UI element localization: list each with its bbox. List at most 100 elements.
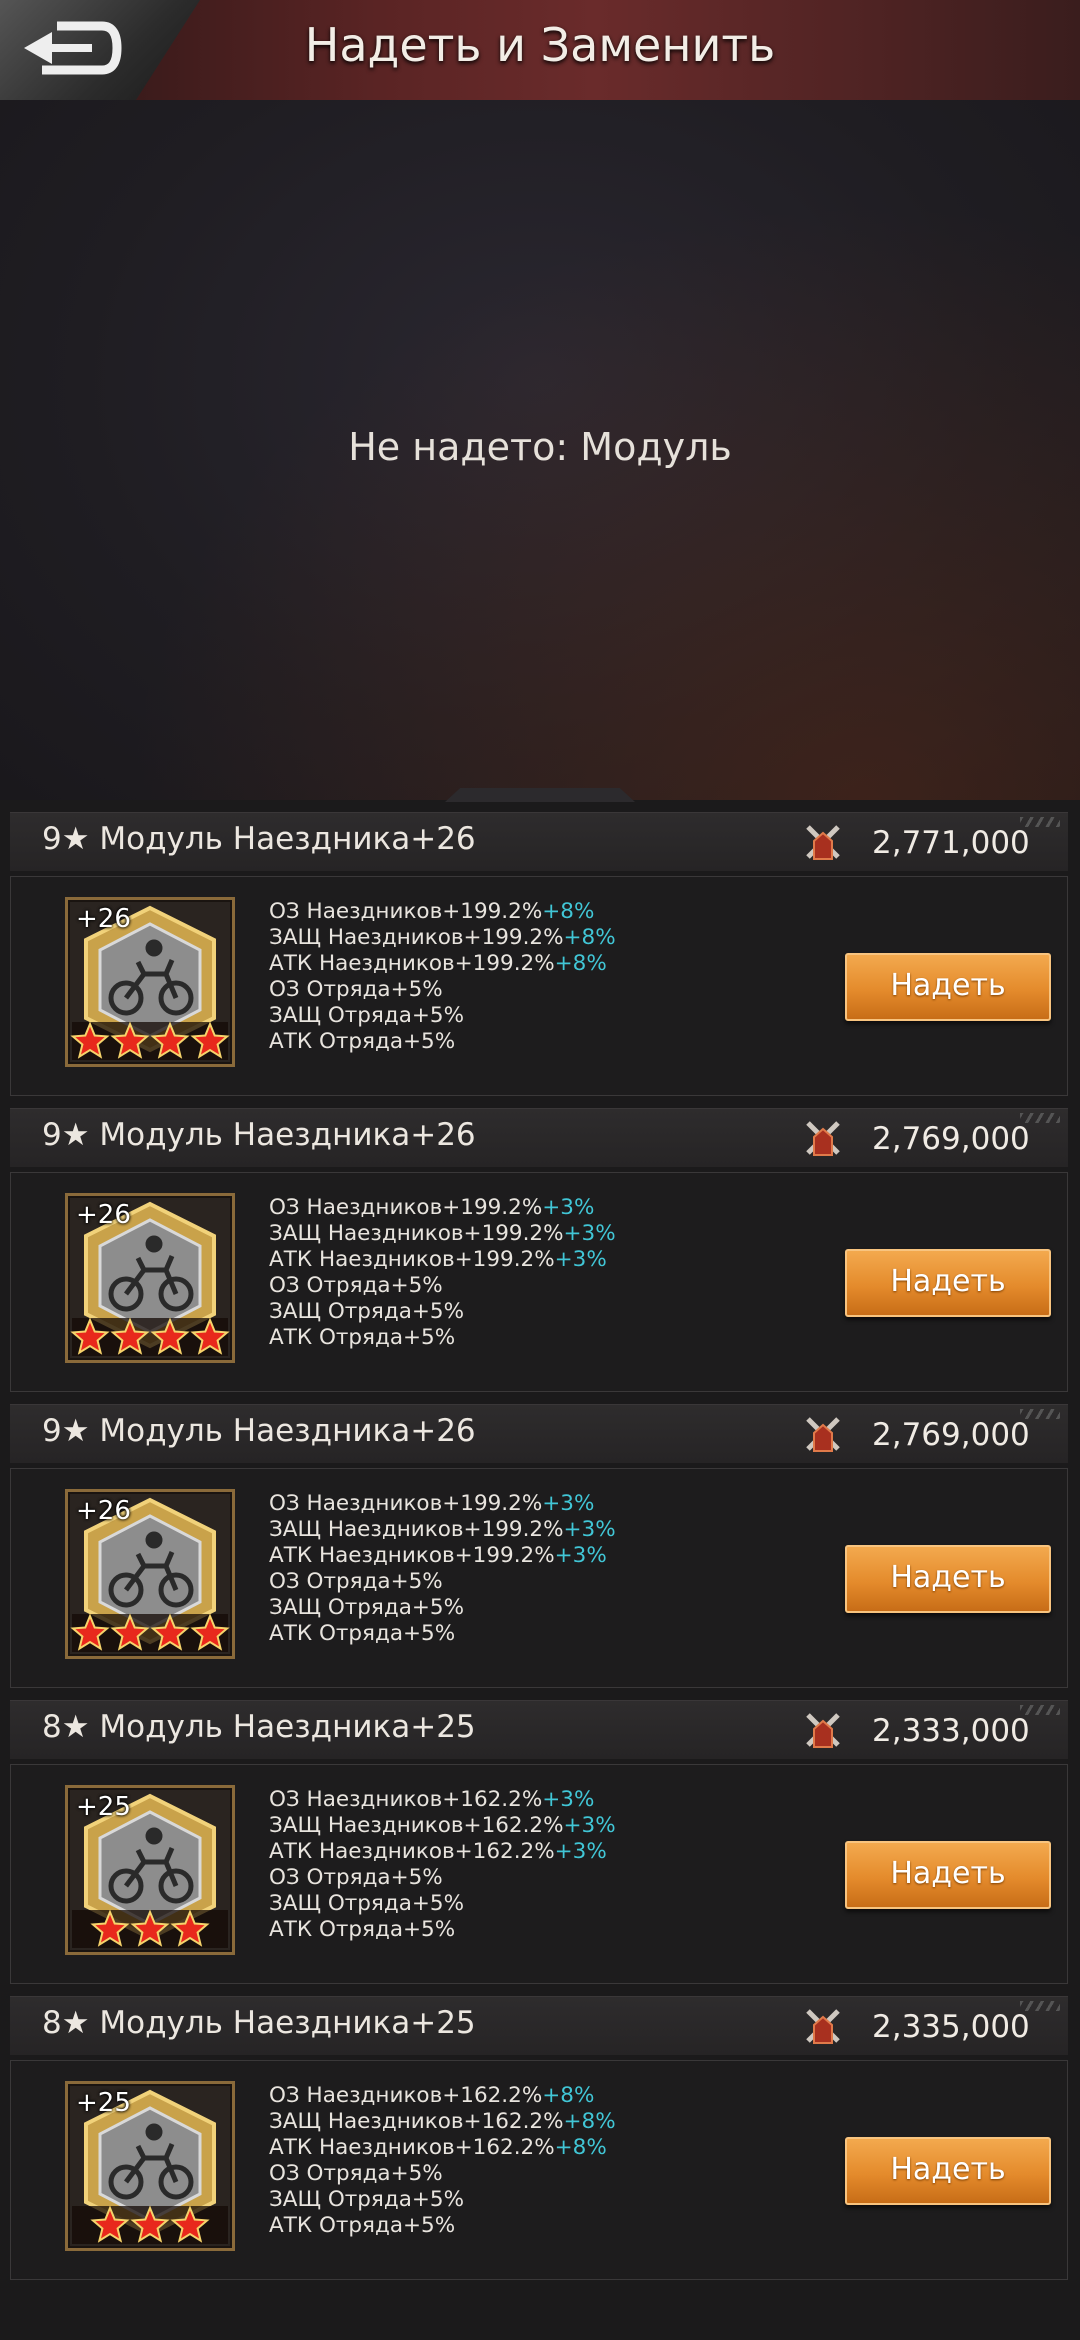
stat-line: ЗАЩ Отряда+5% xyxy=(269,1003,465,1028)
stat-bonus: +3% xyxy=(554,1543,607,1568)
card-body: +26 ОЗ Наездников+199.2%+3% ЗАЩ Наезднико… xyxy=(10,1468,1068,1688)
card-body: +25 ОЗ Наездников+162.2%+8% ЗАЩ Наезднико… xyxy=(10,2060,1068,2280)
power-value: 2,771,000 xyxy=(872,825,1030,861)
stat-line: ОЗ Наездников+199.2%+8% xyxy=(269,899,595,924)
decor-slashes xyxy=(1020,1113,1060,1123)
stat-line: ЗАЩ Отряда+5% xyxy=(269,1891,465,1916)
stat-bonus: +3% xyxy=(563,1517,616,1542)
stat-line: ОЗ Наездников+162.2%+3% xyxy=(269,1787,595,1812)
equip-button[interactable]: Надеть xyxy=(845,2137,1051,2205)
equip-button[interactable]: Надеть xyxy=(845,1249,1051,1317)
stat-bonus: +3% xyxy=(542,1787,595,1812)
module-icon[interactable]: +25 xyxy=(65,2081,235,2251)
module-icon[interactable]: +26 xyxy=(65,1193,235,1363)
equip-button[interactable]: Надеть xyxy=(845,1841,1051,1909)
card-header: 8★ Модуль Наездника+25 2,335,000 xyxy=(10,1996,1068,2055)
power-value: 2,769,000 xyxy=(872,1121,1030,1157)
power-value: 2,333,000 xyxy=(872,1713,1030,1749)
stat-line: АТК Отряда+5% xyxy=(269,1029,456,1054)
power-icon xyxy=(806,1713,840,1748)
card-body: +25 ОЗ Наездников+162.2%+3% ЗАЩ Наезднико… xyxy=(10,1764,1068,1984)
card-header: 9★ Модуль Наездника+26 2,769,000 xyxy=(10,1404,1068,1463)
module-level: +26 xyxy=(76,904,131,934)
power-value: 2,769,000 xyxy=(872,1417,1030,1453)
equip-button[interactable]: Надеть xyxy=(845,1545,1051,1613)
module-list: 9★ Модуль Наездника+26 2,771,000 +26 ОЗ … xyxy=(10,812,1068,2292)
module-card: 8★ Модуль Наездника+25 2,335,000 +25 ОЗ … xyxy=(10,1996,1068,2292)
module-icon[interactable]: +25 xyxy=(65,1785,235,1955)
module-icon[interactable]: +26 xyxy=(65,1489,235,1659)
stat-line: ЗАЩ Наездников+199.2%+3% xyxy=(269,1517,616,1542)
stat-line: АТК Наездников+199.2%+3% xyxy=(269,1543,607,1568)
module-level: +25 xyxy=(76,1792,131,1822)
module-name: 9★ Модуль Наездника+26 xyxy=(42,1117,476,1153)
card-body: +26 ОЗ Наездников+199.2%+3% ЗАЩ Наезднико… xyxy=(10,1172,1068,1392)
decor-slashes xyxy=(1020,2001,1060,2011)
stat-line: ОЗ Наездников+162.2%+8% xyxy=(269,2083,595,2108)
card-body: +26 ОЗ Наездников+199.2%+8% ЗАЩ Наезднико… xyxy=(10,876,1068,1096)
stat-bonus: +8% xyxy=(563,2109,616,2134)
page-title: Надеть и Заменить xyxy=(304,18,776,72)
stat-line: ОЗ Наездников+199.2%+3% xyxy=(269,1195,595,1220)
stat-line: ОЗ Отряда+5% xyxy=(269,2161,443,2186)
top-bar: Надеть и Заменить xyxy=(0,0,1080,103)
stat-line: ЗАЩ Отряда+5% xyxy=(269,2187,465,2212)
stat-line: ЗАЩ Наездников+199.2%+3% xyxy=(269,1221,616,1246)
stat-bonus: +3% xyxy=(563,1221,616,1246)
stat-line: ОЗ Наездников+199.2%+3% xyxy=(269,1491,595,1516)
stat-line: АТК Наездников+199.2%+8% xyxy=(269,951,607,976)
module-card: 8★ Модуль Наездника+25 2,333,000 +25 ОЗ … xyxy=(10,1700,1068,1996)
stat-bonus: +8% xyxy=(554,951,607,976)
module-level: +26 xyxy=(76,1496,131,1526)
stat-line: АТК Отряда+5% xyxy=(269,1621,456,1646)
decor-slashes xyxy=(1020,1409,1060,1419)
stats-list: ОЗ Наездников+162.2%+3% ЗАЩ Наездников+16… xyxy=(269,1787,616,1943)
power-icon xyxy=(806,2009,840,2044)
stats-list: ОЗ Наездников+199.2%+3% ЗАЩ Наездников+19… xyxy=(269,1491,616,1647)
power-value: 2,335,000 xyxy=(872,2009,1030,2045)
stat-bonus: +8% xyxy=(563,925,616,950)
stat-line: ЗАЩ Отряда+5% xyxy=(269,1299,465,1324)
module-name: 8★ Модуль Наездника+25 xyxy=(42,2005,476,2041)
module-card: 9★ Модуль Наездника+26 2,769,000 +26 ОЗ … xyxy=(10,1108,1068,1404)
stat-bonus: +3% xyxy=(542,1491,595,1516)
module-name: 8★ Модуль Наездника+25 xyxy=(42,1709,476,1745)
card-header: 9★ Модуль Наездника+26 2,769,000 xyxy=(10,1108,1068,1167)
module-name: 9★ Модуль Наездника+26 xyxy=(42,1413,476,1449)
power-icon xyxy=(806,825,840,860)
stat-line: ЗАЩ Наездников+162.2%+3% xyxy=(269,1813,616,1838)
module-card: 9★ Модуль Наездника+26 2,771,000 +26 ОЗ … xyxy=(10,812,1068,1108)
stat-line: ОЗ Отряда+5% xyxy=(269,977,443,1002)
card-header: 8★ Модуль Наездника+25 2,333,000 xyxy=(10,1700,1068,1759)
stat-line: ОЗ Отряда+5% xyxy=(269,1273,443,1298)
stat-bonus: +3% xyxy=(554,1839,607,1864)
stat-bonus: +3% xyxy=(542,1195,595,1220)
module-level: +25 xyxy=(76,2088,131,2118)
stat-line: АТК Наездников+162.2%+3% xyxy=(269,1839,607,1864)
stat-bonus: +8% xyxy=(542,2083,595,2108)
stat-line: ОЗ Отряда+5% xyxy=(269,1865,443,1890)
divider xyxy=(445,788,635,802)
decor-slashes xyxy=(1020,1705,1060,1715)
stat-line: ЗАЩ Наездников+199.2%+8% xyxy=(269,925,616,950)
power-icon xyxy=(806,1417,840,1452)
module-card: 9★ Модуль Наездника+26 2,769,000 +26 ОЗ … xyxy=(10,1404,1068,1700)
stat-bonus: +8% xyxy=(542,899,595,924)
card-header: 9★ Модуль Наездника+26 2,771,000 xyxy=(10,812,1068,871)
stat-bonus: +3% xyxy=(563,1813,616,1838)
stat-bonus: +3% xyxy=(554,1247,607,1272)
stat-line: ОЗ Отряда+5% xyxy=(269,1569,443,1594)
module-name: 9★ Модуль Наездника+26 xyxy=(42,821,476,857)
module-level: +26 xyxy=(76,1200,131,1230)
stat-line: АТК Отряда+5% xyxy=(269,1325,456,1350)
equipped-preview: Не надето: Модуль xyxy=(0,100,1080,802)
stat-line: АТК Наездников+162.2%+8% xyxy=(269,2135,607,2160)
empty-slot-text: Не надето: Модуль xyxy=(348,425,732,469)
power-icon xyxy=(806,1121,840,1156)
stat-bonus: +8% xyxy=(554,2135,607,2160)
stat-line: ЗАЩ Наездников+162.2%+8% xyxy=(269,2109,616,2134)
stat-line: АТК Наездников+199.2%+3% xyxy=(269,1247,607,1272)
decor-slashes xyxy=(1020,817,1060,827)
module-icon[interactable]: +26 xyxy=(65,897,235,1067)
equip-button[interactable]: Надеть xyxy=(845,953,1051,1021)
